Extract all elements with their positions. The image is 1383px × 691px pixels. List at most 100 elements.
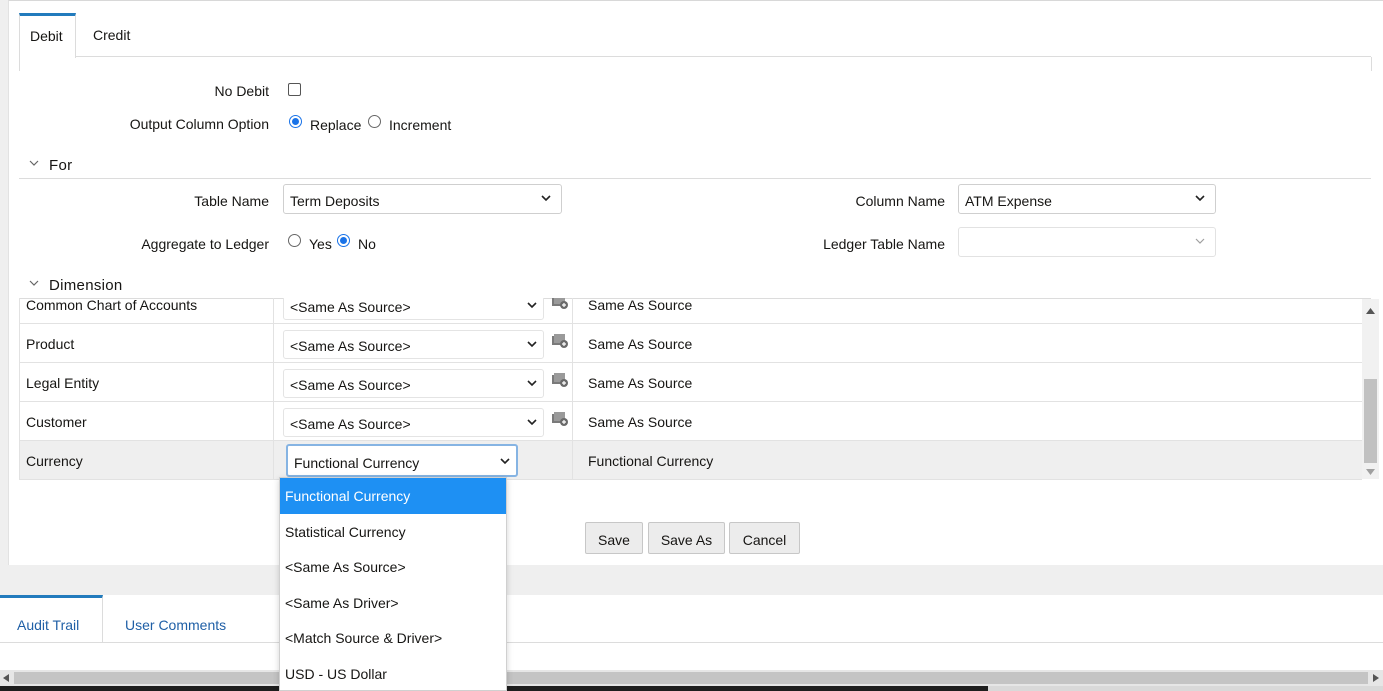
dimension-select-value: <Same As Source> [290, 338, 411, 354]
dropdown-option[interactable]: <Same As Source> [280, 549, 506, 585]
dimension-value: Same As Source [588, 375, 693, 391]
dimension-value: Same As Source [588, 414, 693, 430]
table-row[interactable]: Common Chart of Accounts <Same As Source… [20, 298, 1362, 324]
output-column-option-label: Output Column Option [129, 116, 269, 132]
tab-debit[interactable]: Debit [19, 13, 76, 58]
hierarchy-browser-icon[interactable] [551, 298, 569, 310]
tab-audit-trail[interactable]: Audit Trail [0, 595, 103, 643]
dimension-select-value: Functional Currency [294, 455, 420, 471]
chevron-down-icon [541, 195, 551, 202]
table-name-select[interactable]: Term Deposits [283, 184, 562, 214]
currency-select[interactable]: Functional Currency [286, 444, 518, 477]
table-row[interactable]: Customer <Same As Source> Same As Source [20, 402, 1362, 441]
bottom-tabs: Audit Trail User Comments [0, 595, 1383, 643]
chevron-down-icon [527, 341, 537, 348]
scroll-down-icon[interactable] [1366, 469, 1375, 475]
dimension-section-title: Dimension [49, 277, 123, 294]
replace-radio[interactable] [289, 115, 302, 128]
aggregate-to-ledger-label: Aggregate to Ledger [141, 236, 269, 252]
cancel-button[interactable]: Cancel [729, 522, 800, 554]
table-row[interactable]: Legal Entity <Same As Source> Same As So… [20, 363, 1362, 402]
no-debit-checkbox[interactable] [288, 83, 301, 96]
column-divider [572, 402, 573, 441]
chevron-down-icon [1195, 238, 1205, 244]
dimension-select-value: <Same As Source> [290, 299, 411, 315]
dimension-vertical-scrollbar[interactable] [1362, 299, 1379, 479]
table-row[interactable]: Currency Functional Currency Functional … [20, 441, 1362, 480]
bottom-panel [0, 643, 1383, 670]
column-name-select[interactable]: ATM Expense [958, 184, 1216, 214]
tab-panel-border [1371, 57, 1372, 71]
for-section-header[interactable]: For [19, 155, 1371, 179]
save-as-button[interactable]: Save As [648, 522, 725, 554]
taskbar-segment [988, 686, 1383, 691]
increment-label: Increment [389, 117, 452, 133]
for-section-title: For [49, 157, 73, 174]
dimension-select[interactable]: <Same As Source> [283, 408, 544, 437]
dimension-name: Product [26, 336, 75, 352]
dimension-value: Same As Source [588, 336, 693, 352]
hierarchy-browser-icon[interactable] [551, 333, 569, 349]
dropdown-option[interactable]: Functional Currency [280, 478, 506, 514]
dimension-select-value: <Same As Source> [290, 377, 411, 393]
column-divider [273, 324, 274, 363]
dropdown-option[interactable]: USD - US Dollar [280, 656, 506, 690]
column-divider [572, 441, 573, 480]
chevron-down-icon [29, 280, 39, 286]
chevron-down-icon [527, 380, 537, 387]
tab-credit[interactable]: Credit [83, 13, 140, 57]
dimension-name: Currency [26, 453, 83, 469]
page-horizontal-scrollbar[interactable] [0, 670, 1383, 686]
table-name-label: Table Name [194, 193, 269, 209]
save-button[interactable]: Save [585, 522, 643, 554]
dropdown-option[interactable]: <Same As Driver> [280, 585, 506, 621]
column-divider [572, 363, 573, 402]
aggregate-yes-radio[interactable] [288, 234, 301, 247]
tab-panel-border [19, 57, 20, 71]
tab-user-comments[interactable]: User Comments [125, 595, 226, 643]
column-divider [273, 298, 274, 324]
scroll-left-icon[interactable] [3, 674, 9, 682]
dimension-name: Customer [26, 414, 87, 430]
chevron-down-icon [500, 458, 510, 465]
dimension-name: Common Chart of Accounts [26, 298, 198, 313]
dimension-select-value: <Same As Source> [290, 416, 411, 432]
aggregate-yes-label: Yes [309, 236, 332, 252]
dimension-select[interactable]: <Same As Source> [283, 369, 544, 398]
chevron-down-icon [527, 419, 537, 426]
column-divider [273, 363, 274, 402]
column-divider [572, 298, 573, 324]
column-divider [273, 402, 274, 441]
column-divider [572, 324, 573, 363]
ledger-table-name-label: Ledger Table Name [823, 236, 945, 252]
scroll-right-icon[interactable] [1373, 674, 1379, 682]
hierarchy-browser-icon[interactable] [551, 411, 569, 427]
no-debit-label: No Debit [214, 83, 269, 99]
aggregate-no-label: No [358, 236, 376, 252]
replace-label: Replace [310, 117, 362, 133]
scrollbar-thumb[interactable] [14, 672, 1368, 684]
dimension-name: Legal Entity [26, 375, 100, 391]
taskbar-strip [0, 686, 1383, 691]
hierarchy-browser-icon[interactable] [551, 372, 569, 388]
column-name-label: Column Name [855, 193, 945, 209]
dimension-select[interactable]: <Same As Source> [283, 298, 544, 320]
column-name-value: ATM Expense [965, 193, 1052, 209]
dimension-section-header[interactable]: Dimension [19, 275, 1371, 299]
table-row[interactable]: Product <Same As Source> Same As Source [20, 324, 1362, 363]
currency-dropdown-list: Functional Currency Statistical Currency… [279, 477, 507, 691]
chevron-down-icon [29, 160, 39, 166]
increment-radio[interactable] [368, 115, 381, 128]
scrollbar-thumb[interactable] [1364, 379, 1377, 463]
debit-credit-tabs: Debit Credit [19, 13, 1371, 58]
ledger-table-name-select[interactable] [958, 227, 1216, 257]
column-divider [273, 441, 274, 480]
chevron-down-icon [1195, 195, 1205, 202]
dimension-select[interactable]: <Same As Source> [283, 330, 544, 359]
dimension-value: Same As Source [588, 298, 693, 313]
dropdown-option[interactable]: Statistical Currency [280, 514, 506, 550]
main-panel: Debit Credit No Debit Output Column Opti… [8, 0, 1383, 565]
scroll-up-icon[interactable] [1366, 308, 1375, 314]
aggregate-no-radio[interactable] [337, 234, 350, 247]
dropdown-option[interactable]: <Match Source & Driver> [280, 620, 506, 656]
